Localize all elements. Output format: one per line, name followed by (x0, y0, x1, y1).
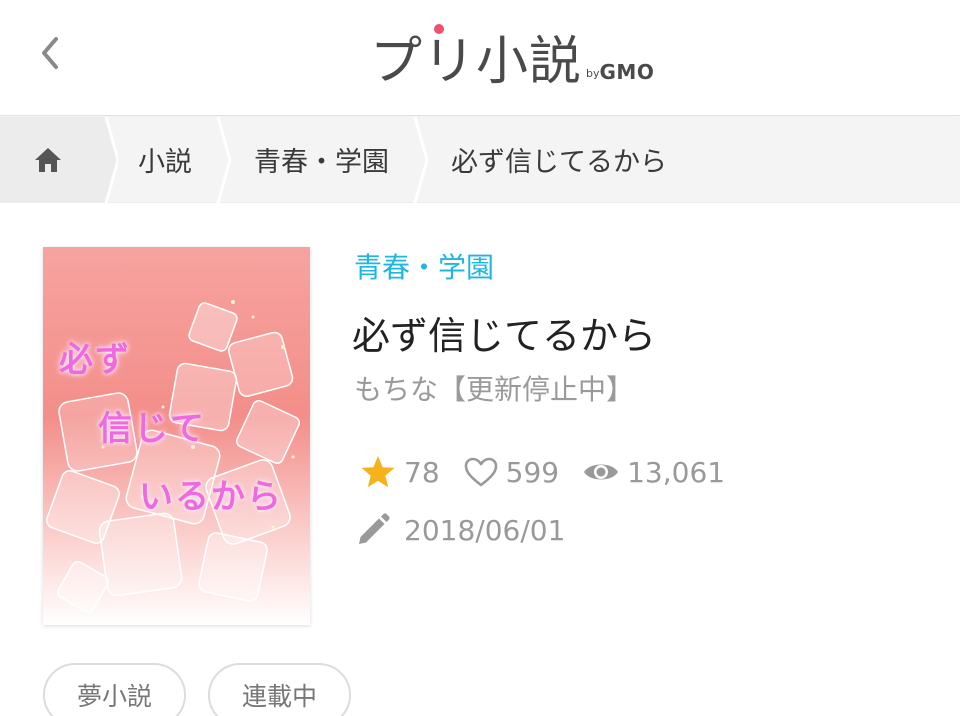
breadcrumb-label: 青春・学園 (254, 147, 389, 178)
like-count-value: 599 (505, 455, 560, 489)
breadcrumb-item-category[interactable]: 青春・学園 (234, 117, 409, 203)
cover-title-line: 信じて (98, 409, 206, 449)
back-chevron-icon (42, 37, 58, 69)
view-count-value: 13,061 (627, 455, 726, 489)
book-title: 必ず信じてるから (352, 314, 657, 358)
pencil-icon (359, 513, 390, 544)
tag-chip[interactable]: 連載中 (208, 663, 352, 716)
logo-dot (434, 24, 444, 34)
logo-text: プリ小説 (370, 32, 583, 92)
breadcrumb-separator (96, 116, 118, 203)
eye-icon (584, 464, 619, 480)
app-header: プリ小説 by GMO (0, 0, 960, 116)
breadcrumb: 小説 青春・学園 必ず信じてるから (0, 116, 960, 203)
breadcrumb-label: 必ず信じてるから (451, 147, 667, 178)
book-author-link[interactable]: もちな【更新停止中】 (354, 368, 634, 408)
tag-list: 夢小説 連載中 (43, 663, 373, 716)
tag-chip[interactable]: 夢小説 (43, 663, 187, 716)
star-count: 78 (360, 455, 440, 489)
heart-icon (464, 457, 497, 487)
like-count: 599 (464, 456, 559, 489)
breadcrumb-item-novels[interactable]: 小説 (118, 117, 212, 203)
cover-title-line: いるから (139, 477, 283, 517)
breadcrumb-separator (216, 116, 232, 203)
back-button[interactable] (30, 33, 70, 73)
breadcrumb-label: 小説 (138, 147, 192, 178)
last-updated-date: 2018/06/01 (404, 513, 566, 547)
breadcrumb-item-current: 必ず信じてるから (431, 117, 687, 203)
breadcrumb-home[interactable] (0, 116, 96, 203)
view-count: 13,061 (583, 456, 725, 489)
book-stats: 78 599 13,061 (360, 452, 749, 492)
breadcrumb-separator (413, 116, 429, 203)
book-cover[interactable]: 必ず 信じて いるから (43, 247, 310, 625)
home-icon (35, 147, 61, 172)
app-logo[interactable]: プリ小説 by GMO (370, 22, 654, 92)
star-icon (361, 456, 395, 488)
cover-title-line: 必ず (59, 340, 131, 380)
logo-by: by (586, 67, 600, 80)
book-category-link[interactable]: 青春・学園 (354, 246, 494, 286)
last-updated: 2018/06/01 (356, 510, 565, 550)
star-count-value: 78 (404, 455, 440, 489)
logo-gmo: GMO (599, 60, 655, 84)
